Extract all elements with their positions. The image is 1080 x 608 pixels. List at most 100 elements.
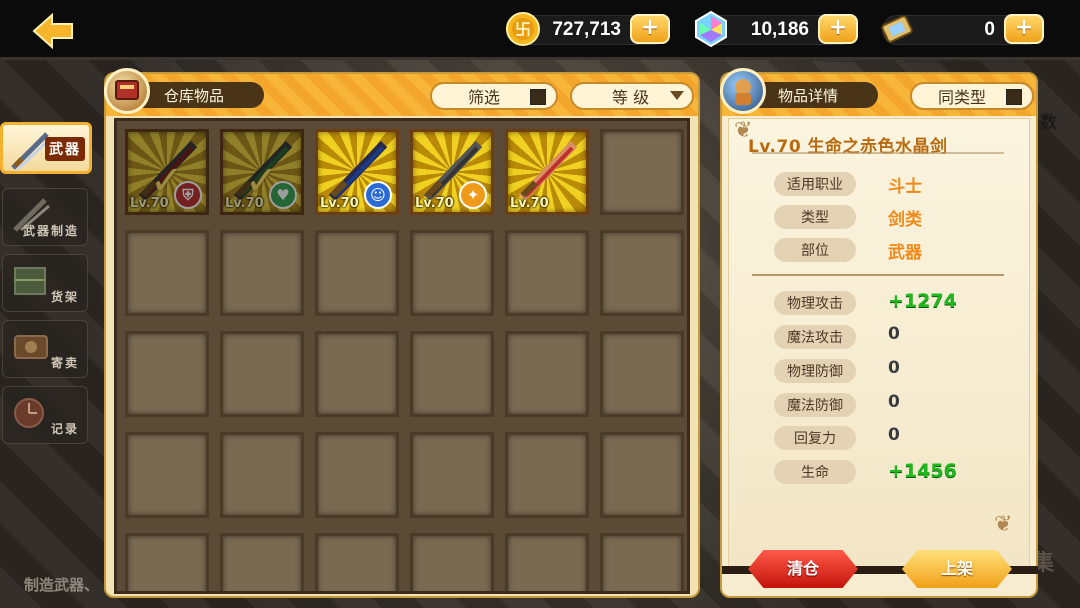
stat-value-hp: +1456 bbox=[888, 460, 957, 482]
gold-currency: 727,713 卐 + bbox=[506, 12, 670, 47]
chevron-down-icon bbox=[670, 91, 684, 100]
stat-label-magic-defense: 魔法防御 bbox=[774, 393, 856, 417]
inventory-item-slot[interactable]: ✓ Lv.70 ♥ bbox=[220, 129, 304, 215]
info-value-class: 斗士 bbox=[888, 177, 922, 197]
stat-label-physical-attack: 物理攻击 bbox=[774, 291, 856, 315]
back-button[interactable] bbox=[28, 10, 78, 52]
svg-text:卐: 卐 bbox=[515, 20, 531, 39]
blue-person-icon: ☺ bbox=[364, 181, 392, 209]
same-type-label: 同类型 bbox=[938, 88, 987, 107]
item-level: Lv.70 bbox=[415, 196, 454, 211]
top-bar: 727,713 卐 + 10,186 + 0 + bbox=[0, 0, 1080, 60]
rainbow-gem-icon bbox=[695, 10, 727, 48]
empty-inventory-slot[interactable] bbox=[315, 331, 399, 417]
empty-inventory-slot[interactable] bbox=[600, 432, 684, 518]
sidebar-item-label: 寄卖 bbox=[50, 356, 79, 370]
empty-inventory-slot[interactable] bbox=[600, 331, 684, 417]
same-type-checkbox[interactable] bbox=[1006, 89, 1022, 105]
empty-inventory-slot[interactable] bbox=[505, 533, 589, 591]
detail-panel: 物品详情 同类型 Lv.70 生命之赤色水晶剑 ❦ ❦ bbox=[720, 68, 1038, 598]
empty-inventory-slot[interactable] bbox=[315, 230, 399, 316]
empty-inventory-slot[interactable] bbox=[410, 432, 494, 518]
inventory-item-slot[interactable]: Lv.70 ✦ bbox=[410, 129, 494, 215]
gold-coin-icon: 卐 bbox=[506, 12, 540, 46]
divider bbox=[752, 152, 1004, 154]
bottom-hint-text: 制造武器、 bbox=[24, 576, 100, 594]
sidebar-item-record[interactable]: 记录 bbox=[2, 386, 88, 444]
gem-currency: 10,186 + bbox=[695, 10, 858, 48]
background-right-text: 数 bbox=[1040, 113, 1057, 133]
inventory-item-slot[interactable]: Lv.70 bbox=[505, 129, 589, 215]
same-type-toggle[interactable]: 同类型 bbox=[910, 82, 1034, 110]
sidebar-item-label: 记录 bbox=[50, 422, 79, 436]
empty-inventory-slot[interactable] bbox=[315, 432, 399, 518]
book-icon bbox=[104, 68, 150, 114]
info-value-slot: 武器 bbox=[888, 243, 922, 263]
shelf-icon bbox=[14, 267, 46, 295]
empty-inventory-slot[interactable] bbox=[315, 533, 399, 591]
sort-dropdown[interactable]: 等 级 bbox=[570, 82, 694, 110]
empty-inventory-slot[interactable] bbox=[410, 331, 494, 417]
add-gem-button[interactable]: + bbox=[818, 14, 858, 44]
add-gold-button[interactable]: + bbox=[630, 14, 670, 44]
sidebar-item-label: 武器制造 bbox=[22, 224, 79, 238]
filter-label: 筛选 bbox=[468, 88, 501, 107]
ticket-currency: 0 + bbox=[881, 13, 1044, 47]
warehouse-title-text: 仓库物品 bbox=[164, 86, 225, 105]
red-shield-icon: ⛨ bbox=[174, 181, 202, 209]
stat-label-magic-attack: 魔法攻击 bbox=[774, 325, 856, 349]
inventory-item-slot[interactable]: Lv.70 ☺ bbox=[315, 129, 399, 215]
stat-value-magic-attack: 0 bbox=[888, 324, 900, 344]
empty-inventory-slot[interactable] bbox=[505, 432, 589, 518]
empty-inventory-slot[interactable] bbox=[600, 533, 684, 591]
empty-inventory-slot[interactable] bbox=[125, 230, 209, 316]
stat-label-physical-defense: 物理防御 bbox=[774, 359, 856, 383]
add-ticket-button[interactable]: + bbox=[1004, 14, 1044, 44]
info-value-type: 剑类 bbox=[888, 210, 922, 230]
item-level: Lv.70 bbox=[510, 196, 549, 211]
info-label-slot: 部位 bbox=[774, 238, 856, 262]
sidebar-item-consign[interactable]: 寄卖 bbox=[2, 320, 88, 378]
green-heart-icon: ♥ bbox=[269, 181, 297, 209]
filter-checkbox[interactable] bbox=[530, 89, 546, 105]
info-label-type: 类型 bbox=[774, 205, 856, 229]
sidebar-item-label: 武器 bbox=[45, 137, 85, 161]
sidebar-item-weapon-craft[interactable]: 武器制造 bbox=[2, 188, 88, 246]
empty-inventory-slot[interactable] bbox=[410, 230, 494, 316]
corner-ornament-icon: ❦ bbox=[994, 512, 1013, 537]
item-level: Lv.70 bbox=[320, 196, 359, 211]
list-item-button[interactable]: 上架 bbox=[902, 550, 1012, 588]
stat-value-physical-attack: +1274 bbox=[888, 290, 957, 312]
warehouse-grid: ✓ Lv.70 ⛨ ✓ Lv.70 ♥ Lv.70 ☺ Lv.70 ✦ Lv.70 bbox=[114, 118, 690, 594]
warehouse-panel: 仓库物品 筛选 等 级 ✓ Lv.70 ⛨ ✓ Lv.70 ♥ Lv.70 ☺ Lv.70 ✦ Lv… bbox=[104, 68, 700, 598]
stat-value-physical-defense: 0 bbox=[888, 358, 900, 378]
detail-title-text: 物品详情 bbox=[778, 86, 839, 105]
empty-inventory-slot[interactable] bbox=[125, 432, 209, 518]
item-level: Lv.70 bbox=[225, 196, 264, 211]
record-icon bbox=[14, 398, 44, 428]
character-avatar-icon bbox=[720, 68, 766, 114]
inventory-item-slot[interactable]: ✓ Lv.70 ⛨ bbox=[125, 129, 209, 215]
stat-label-recovery: 回复力 bbox=[774, 426, 856, 450]
sort-label: 等 级 bbox=[612, 88, 650, 107]
empty-inventory-slot[interactable] bbox=[125, 533, 209, 591]
empty-inventory-slot[interactable] bbox=[410, 533, 494, 591]
empty-inventory-slot[interactable] bbox=[125, 331, 209, 417]
clear-warehouse-button[interactable]: 清仓 bbox=[748, 550, 858, 588]
corner-ornament-icon: ❦ bbox=[734, 118, 753, 143]
sidebar-item-weapons[interactable]: 武器 bbox=[0, 122, 92, 174]
stat-value-magic-defense: 0 bbox=[888, 392, 900, 412]
divider bbox=[752, 274, 1004, 276]
empty-inventory-slot[interactable] bbox=[505, 331, 589, 417]
empty-inventory-slot[interactable] bbox=[220, 331, 304, 417]
info-label-class: 适用职业 bbox=[774, 172, 856, 196]
empty-inventory-slot[interactable] bbox=[600, 129, 684, 215]
consign-icon bbox=[14, 335, 48, 359]
empty-inventory-slot[interactable] bbox=[220, 432, 304, 518]
sidebar-item-shelf[interactable]: 货架 bbox=[2, 254, 88, 312]
empty-inventory-slot[interactable] bbox=[220, 533, 304, 591]
empty-inventory-slot[interactable] bbox=[505, 230, 589, 316]
empty-inventory-slot[interactable] bbox=[220, 230, 304, 316]
empty-inventory-slot[interactable] bbox=[600, 230, 684, 316]
filter-toggle[interactable]: 筛选 bbox=[430, 82, 558, 110]
